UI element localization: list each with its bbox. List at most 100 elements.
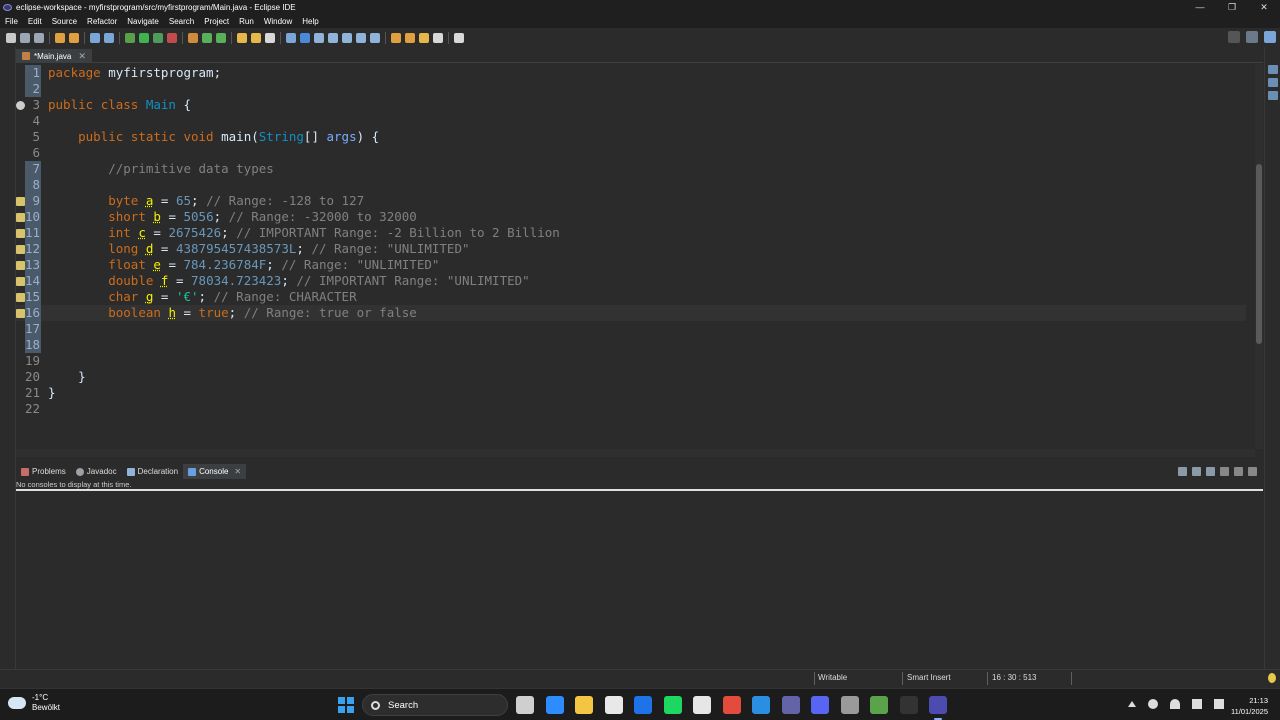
new-class-icon[interactable] (216, 33, 226, 43)
undo-icon[interactable] (55, 33, 65, 43)
new-icon[interactable] (6, 33, 16, 43)
code-line[interactable]: 1 package myfirstprogram; (16, 65, 1246, 81)
open-type-icon[interactable] (237, 33, 247, 43)
open-task-icon[interactable] (251, 33, 261, 43)
close-button[interactable]: ✕ (1248, 0, 1280, 14)
display-console-icon[interactable] (1178, 467, 1187, 476)
maximize-button[interactable]: ❐ (1216, 0, 1248, 14)
paragraph-icon[interactable] (356, 33, 366, 43)
scrollbar-thumb[interactable] (1256, 164, 1262, 344)
minimize-button[interactable]: — (1184, 0, 1216, 14)
editor-horizontal-scrollbar[interactable] (16, 449, 1255, 457)
minecraft-icon[interactable] (870, 696, 888, 714)
terminal-icon[interactable] (899, 696, 918, 714)
search-tool-icon[interactable] (265, 33, 275, 43)
taskbar-search[interactable]: Search (362, 694, 508, 716)
view-menu-icon[interactable] (1220, 467, 1229, 476)
block-selection-icon[interactable] (328, 33, 338, 43)
code-line[interactable]: 14 double f = 78034.723423; // IMPORTANT… (16, 273, 1246, 289)
zoom-icon[interactable] (545, 696, 564, 714)
app-blue-icon[interactable] (634, 696, 652, 714)
code-line[interactable]: 10 short b = 5056; // Range: -32000 to 3… (16, 209, 1246, 225)
discord-icon[interactable] (811, 696, 829, 714)
pin-console-icon[interactable] (1192, 467, 1201, 476)
notepad-icon[interactable] (693, 696, 711, 714)
wifi-icon[interactable] (1170, 699, 1180, 709)
pin-editor-icon[interactable] (454, 33, 464, 43)
search-icon[interactable] (1228, 31, 1240, 43)
menu-source[interactable]: Source (47, 17, 82, 26)
redo-icon[interactable] (69, 33, 79, 43)
code-line[interactable]: 18 (16, 337, 1246, 353)
status-insert-mode[interactable]: Smart Insert (907, 673, 951, 682)
show-whitespace-icon[interactable] (342, 33, 352, 43)
debug-icon[interactable] (125, 33, 135, 43)
tab-console[interactable]: Console ✕ (183, 464, 247, 479)
code-line[interactable]: 11 int c = 2675426; // IMPORTANT Range: … (16, 225, 1246, 241)
tip-icon[interactable] (1268, 673, 1276, 683)
forward-icon[interactable] (433, 33, 443, 43)
run-icon[interactable] (139, 33, 149, 43)
console-output[interactable] (16, 493, 1263, 669)
volume-icon[interactable] (1192, 699, 1202, 709)
chrome-icon[interactable] (722, 696, 741, 714)
code-line[interactable]: 13 float e = 784.236784F; // Range: "UNL… (16, 257, 1246, 273)
teams-icon[interactable] (781, 696, 800, 714)
tab-declaration[interactable]: Declaration (122, 464, 183, 479)
save-icon[interactable] (20, 33, 30, 43)
back-icon[interactable] (419, 33, 429, 43)
code-line[interactable]: 6 (16, 145, 1246, 161)
tab-javadoc[interactable]: Javadoc (71, 464, 122, 479)
eclipse-icon[interactable] (929, 696, 947, 714)
code-line[interactable]: 15 char g = '€'; // Range: CHARACTER (16, 289, 1246, 305)
minimized-view-icon[interactable] (1267, 91, 1278, 100)
menu-window[interactable]: Window (259, 17, 297, 26)
code-line[interactable]: 20 } (16, 369, 1246, 385)
store-icon[interactable] (604, 696, 623, 714)
close-tab-icon[interactable]: ✕ (78, 51, 86, 62)
code-line[interactable]: 12 long d = 438795457438573L; // Range: … (16, 241, 1246, 257)
chevron-up-icon[interactable] (1128, 701, 1136, 707)
coverage-icon[interactable] (153, 33, 163, 43)
vscode-icon[interactable] (752, 696, 770, 714)
code-line[interactable]: 3 public class Main { (16, 97, 1246, 113)
onedrive-icon[interactable] (1148, 699, 1158, 709)
code-line[interactable]: 21} (16, 385, 1246, 401)
previous-annotation-icon[interactable] (405, 33, 415, 43)
editor-vertical-scrollbar[interactable] (1255, 64, 1263, 449)
code-line[interactable]: 4 (16, 113, 1246, 129)
code-line[interactable]: 16 boolean h = true; // Range: true or f… (16, 305, 1246, 321)
code-line[interactable]: 22 (16, 401, 1246, 417)
code-line[interactable]: 17 (16, 321, 1246, 337)
code-line[interactable]: 7 //primitive data types (16, 161, 1246, 177)
menu-help[interactable]: Help (297, 17, 323, 26)
mark-occurrences-icon[interactable] (286, 33, 296, 43)
weather-widget[interactable]: -1°C Bewölkt (8, 693, 60, 713)
code-line[interactable]: 5 public static void main(String[] args)… (16, 129, 1246, 145)
java-perspective-icon[interactable] (1264, 31, 1276, 43)
maximize-view-icon[interactable] (1248, 467, 1257, 476)
code-line[interactable]: 19 (16, 353, 1246, 369)
menu-run[interactable]: Run (234, 17, 259, 26)
battery-icon[interactable] (1214, 699, 1224, 709)
save-all-icon[interactable] (34, 33, 44, 43)
menu-navigate[interactable]: Navigate (122, 17, 164, 26)
menu-file[interactable]: File (0, 17, 23, 26)
code-line[interactable]: 8 (16, 177, 1246, 193)
toggle-highlight-icon[interactable] (300, 33, 310, 43)
taskbar-clock[interactable]: 21:13 11/01/2025 (1226, 695, 1268, 717)
next-annotation-icon[interactable] (391, 33, 401, 43)
editor-tab-main-java[interactable]: *Main.java ✕ (16, 49, 92, 63)
task-list-icon[interactable] (1267, 78, 1278, 87)
settings-icon[interactable] (840, 696, 859, 714)
task-view-icon[interactable] (516, 696, 534, 714)
annotation-icon[interactable] (370, 33, 380, 43)
tab-problems[interactable]: Problems (16, 464, 71, 479)
menu-refactor[interactable]: Refactor (82, 17, 122, 26)
code-editor[interactable]: 1 package myfirstprogram; 2 3 public class M… (16, 64, 1263, 449)
minimize-view-icon[interactable] (1234, 467, 1243, 476)
menu-edit[interactable]: Edit (23, 17, 47, 26)
close-tab-icon[interactable]: ✕ (234, 467, 241, 476)
code-line[interactable]: 9 byte a = 65; // Range: -128 to 127 (16, 193, 1246, 209)
menu-project[interactable]: Project (199, 17, 234, 26)
